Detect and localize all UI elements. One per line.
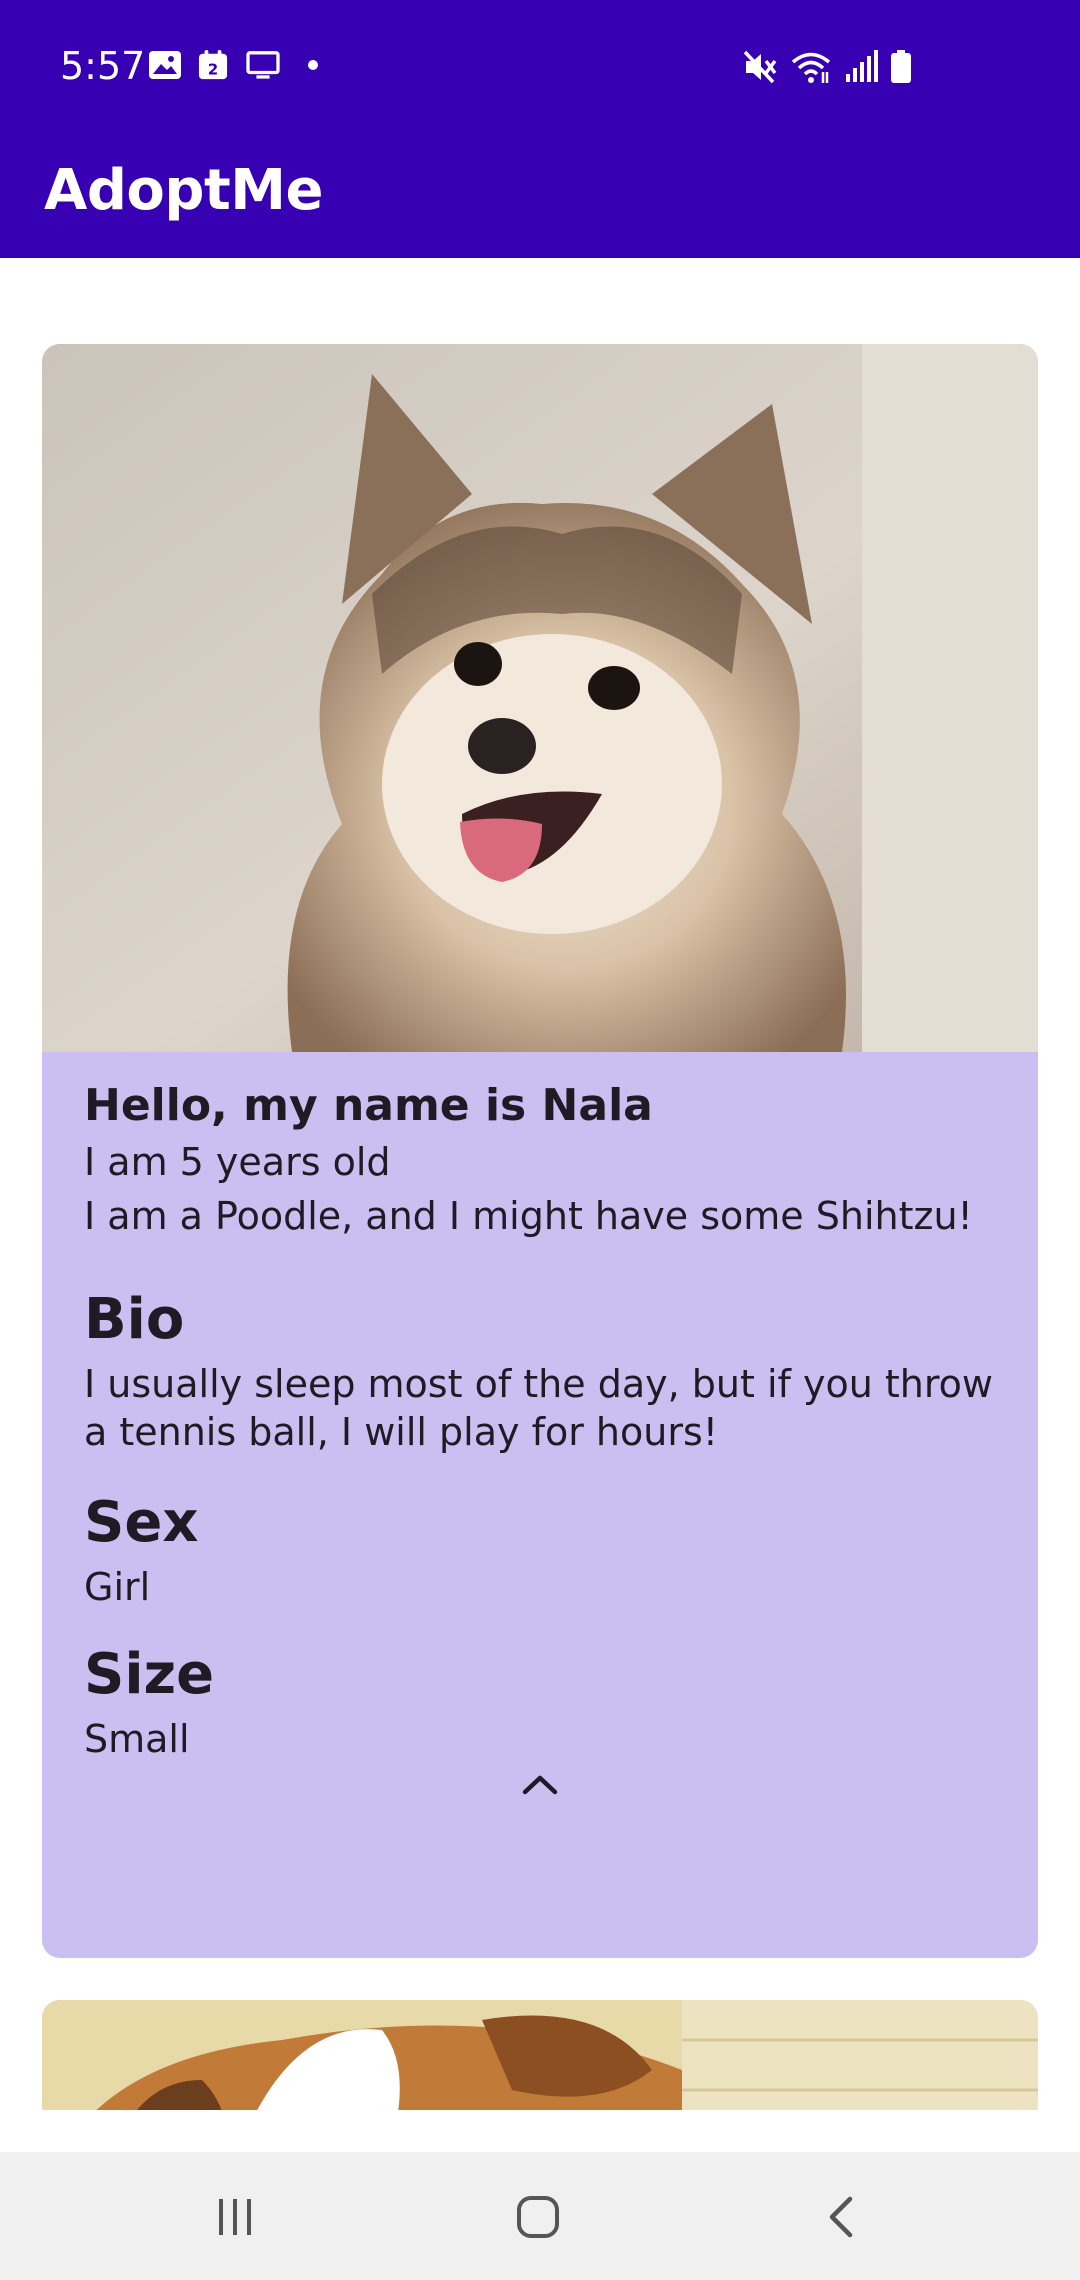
pet-info: Hello, my name is Nala I am 5 years old … <box>84 1080 996 1763</box>
status-bar: 5:57 2 <box>0 0 1080 136</box>
gallery-icon <box>149 51 181 79</box>
size-heading: Size <box>84 1641 215 1707</box>
system-nav-bar <box>0 2152 1080 2280</box>
calendar-day: 2 <box>208 60 218 78</box>
home-button[interactable] <box>503 2182 573 2252</box>
recent-apps-icon <box>219 2199 251 2235</box>
collapse-button[interactable] <box>510 1754 570 1814</box>
home-icon <box>517 2196 559 2238</box>
pet-photo <box>42 344 1038 1052</box>
pet-card[interactable] <box>42 2000 1038 2110</box>
pet-list[interactable]: Hello, my name is Nala I am 5 years old … <box>0 258 1080 2110</box>
sex-heading: Sex <box>84 1490 199 1556</box>
status-time: 5:57 <box>60 44 146 88</box>
bio-heading: Bio <box>84 1287 185 1353</box>
app-bar: AdoptMe <box>0 136 1080 258</box>
pet-photo <box>42 2000 1038 2110</box>
app-title: AdoptMe <box>44 158 323 223</box>
pet-age: I am 5 years old <box>84 1139 391 1184</box>
pet-card[interactable]: Hello, my name is Nala I am 5 years old … <box>42 344 1038 1958</box>
bio-text: I usually sleep most of the day, but if … <box>84 1361 993 1454</box>
back-icon <box>829 2196 853 2238</box>
chevron-up-icon <box>522 1775 558 1795</box>
battery-icon <box>891 50 911 83</box>
mute-icon <box>743 50 777 84</box>
signal-icon <box>846 50 878 82</box>
status-left-icons: 2 <box>148 50 320 80</box>
status-right-icons <box>742 50 912 84</box>
cast-screen-icon <box>246 51 280 79</box>
back-button[interactable] <box>806 2182 876 2252</box>
pet-breed: I am a Poodle, and I might have some Shi… <box>84 1193 973 1238</box>
sex-value: Girl <box>84 1565 151 1610</box>
recent-apps-button[interactable] <box>200 2182 270 2252</box>
notification-dot-icon <box>308 60 318 70</box>
calendar-icon: 2 <box>198 50 228 80</box>
pet-greeting: Hello, my name is Nala <box>84 1080 653 1131</box>
wifi-icon <box>791 52 831 83</box>
